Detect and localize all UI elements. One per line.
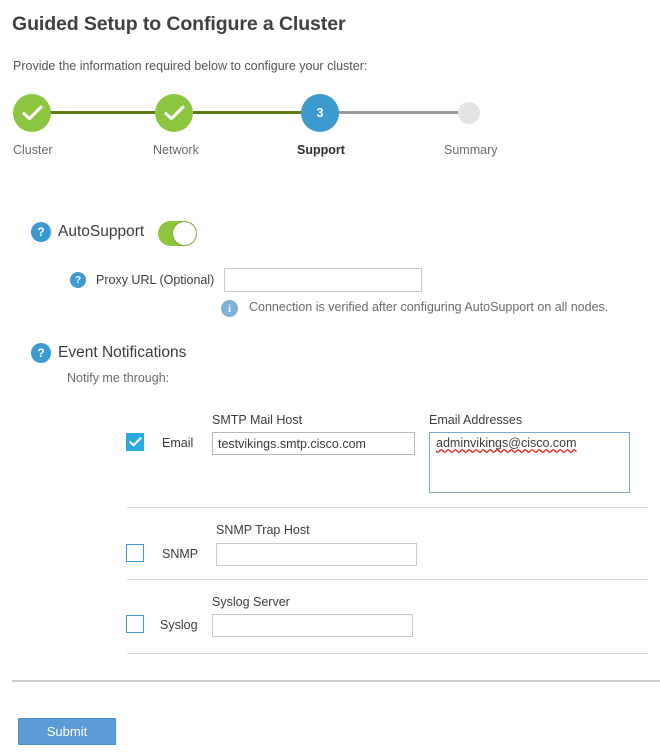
autosupport-help-icon[interactable]: ?: [31, 222, 51, 242]
event-notifications-help-icon[interactable]: ?: [31, 343, 51, 363]
step-support-number: 3: [316, 105, 324, 120]
stepper-step-cluster-label: Cluster: [13, 143, 53, 157]
setup-stepper: Cluster Network 3 Support Summary: [0, 90, 660, 165]
proxy-url-help-icon[interactable]: ?: [70, 272, 86, 288]
check-icon: [21, 105, 43, 121]
autosupport-heading: AutoSupport: [58, 223, 145, 240]
check-icon: [163, 105, 185, 121]
connection-note-text: Connection is verified after configuring…: [249, 300, 609, 314]
stepper-step-network-label: Network: [153, 143, 199, 157]
step-summary-circle: [458, 102, 480, 124]
step-network-circle: [155, 94, 193, 132]
autosupport-toggle[interactable]: [158, 221, 197, 246]
page-subtitle: Provide the information required below t…: [13, 59, 368, 73]
snmp-row-label: SNMP: [162, 547, 199, 561]
stepper-connector-1: [48, 111, 158, 114]
step-support-circle: 3: [301, 94, 339, 132]
notification-divider-1: [127, 507, 648, 508]
syslog-row-label: Syslog: [160, 618, 198, 632]
notification-divider-2: [127, 579, 648, 580]
syslog-server-column-header: Syslog Server: [212, 595, 290, 609]
syslog-checkbox[interactable]: [126, 615, 144, 633]
email-checkbox[interactable]: [126, 433, 144, 451]
checkmark-icon: [128, 437, 142, 447]
footer-divider: [12, 680, 660, 682]
proxy-url-label: Proxy URL (Optional): [96, 273, 215, 287]
stepper-step-support-label: Support: [297, 143, 345, 157]
snmp-trap-host-column-header: SNMP Trap Host: [216, 523, 310, 537]
stepper-connector-2: [193, 111, 303, 114]
submit-button[interactable]: Submit: [18, 718, 116, 745]
notification-divider-3: [127, 653, 648, 654]
snmp-checkbox[interactable]: [126, 544, 144, 562]
email-addresses-textarea[interactable]: [429, 432, 630, 493]
syslog-server-input[interactable]: [212, 614, 413, 637]
connection-info-icon: i: [221, 300, 238, 317]
page-title: Guided Setup to Configure a Cluster: [12, 13, 346, 35]
notify-me-through-label: Notify me through:: [67, 371, 170, 385]
proxy-url-input[interactable]: [224, 268, 422, 292]
stepper-connector-3: [338, 111, 458, 114]
smtp-mail-host-input[interactable]: [212, 432, 415, 455]
autosupport-toggle-knob: [173, 222, 196, 245]
event-notifications-heading: Event Notifications: [58, 344, 187, 361]
email-addresses-column-header: Email Addresses: [429, 413, 523, 427]
snmp-trap-host-input[interactable]: [216, 543, 417, 566]
email-row-label: Email: [162, 436, 194, 450]
smtp-mail-host-column-header: SMTP Mail Host: [212, 413, 303, 427]
step-cluster-circle: [13, 94, 51, 132]
stepper-step-summary-label: Summary: [444, 143, 498, 157]
